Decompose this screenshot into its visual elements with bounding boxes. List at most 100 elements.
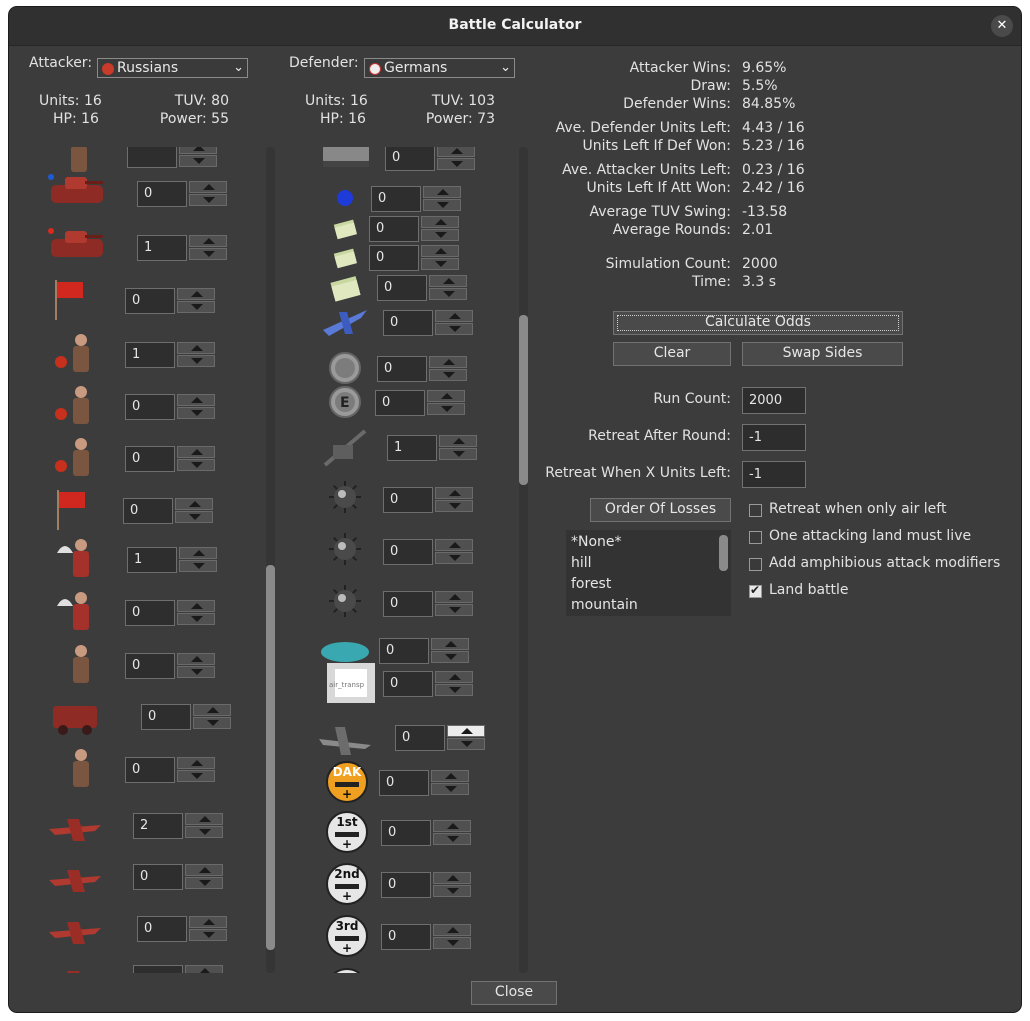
run-count-input[interactable]: 2000 [742, 387, 806, 414]
stepper-up-icon[interactable] [177, 600, 215, 612]
stepper-down-icon[interactable] [177, 666, 215, 678]
unit-count-input[interactable]: 0 [125, 757, 175, 783]
attacker-nation-select[interactable]: Russians ⌄ [97, 58, 248, 78]
option-checkbox[interactable] [749, 583, 762, 598]
unit-count-input[interactable]: 2 [133, 813, 183, 839]
unit-count-input[interactable]: 0 [137, 181, 187, 207]
option-checkbox[interactable] [749, 531, 762, 544]
unit-count-stepper[interactable] [429, 275, 467, 301]
unit-count-stepper[interactable] [189, 916, 227, 942]
unit-count-stepper[interactable] [435, 539, 473, 565]
unit-count-input[interactable]: 0 [379, 770, 429, 796]
unit-count-stepper[interactable] [175, 498, 213, 524]
stepper-up-icon[interactable] [435, 591, 473, 603]
terrain-item-hill[interactable]: hill [571, 555, 592, 571]
stepper-up-icon[interactable] [185, 864, 223, 876]
stepper-down-icon[interactable] [189, 194, 227, 206]
stepper-down-icon[interactable] [177, 355, 215, 367]
defender-scroll-thumb[interactable] [519, 315, 528, 485]
stepper-up-icon[interactable] [177, 446, 215, 458]
stepper-up-icon[interactable] [177, 653, 215, 665]
stepper-down-icon[interactable] [185, 826, 223, 838]
unit-count-stepper[interactable] [433, 924, 471, 950]
close-button[interactable]: Close [471, 981, 557, 1005]
unit-count-input[interactable]: 0 [383, 591, 433, 617]
unit-count-input[interactable]: 0 [383, 671, 433, 697]
unit-count-stepper[interactable] [177, 757, 215, 783]
stepper-down-icon[interactable] [189, 248, 227, 260]
stepper-down-icon[interactable] [435, 684, 473, 696]
close-icon[interactable]: ✕ [991, 15, 1013, 37]
unit-count-stepper[interactable] [435, 310, 473, 336]
stepper-up-icon[interactable] [429, 356, 467, 368]
stepper-down-icon[interactable] [179, 560, 217, 572]
stepper-down-icon[interactable] [175, 511, 213, 523]
unit-count-input[interactable]: 0 [125, 446, 175, 472]
stepper-up-icon[interactable] [185, 813, 223, 825]
retreat-round-input[interactable]: -1 [742, 424, 806, 451]
unit-count-stepper[interactable] [177, 288, 215, 314]
unit-count-input[interactable]: 0 [125, 653, 175, 679]
unit-count-input[interactable]: 0 [137, 916, 187, 942]
stepper-down-icon[interactable] [435, 552, 473, 564]
unit-count-stepper[interactable] [177, 653, 215, 679]
unit-count-input[interactable]: 0 [375, 390, 425, 416]
retreat-units-input[interactable]: -1 [742, 461, 806, 488]
unit-count-stepper[interactable] [433, 872, 471, 898]
stepper-down-icon[interactable] [431, 783, 469, 795]
stepper-up-icon[interactable] [447, 725, 485, 737]
unit-count-input[interactable]: 0 [395, 725, 445, 751]
unit-count-stepper[interactable] [177, 446, 215, 472]
stepper-down-icon[interactable] [433, 833, 471, 845]
stepper-up-icon[interactable] [193, 704, 231, 716]
unit-count-input[interactable]: 0 [381, 820, 431, 846]
stepper-down-icon[interactable] [177, 459, 215, 471]
stepper-down-icon[interactable] [437, 158, 475, 170]
stepper-up-icon[interactable] [179, 547, 217, 559]
unit-count-stepper[interactable] [437, 147, 475, 171]
option-checkbox[interactable] [749, 504, 762, 517]
unit-count-input[interactable]: 0 [377, 275, 427, 301]
unit-count-stepper[interactable] [177, 394, 215, 420]
stepper-up-icon[interactable] [433, 872, 471, 884]
stepper-down-icon[interactable] [435, 500, 473, 512]
unit-count-stepper[interactable] [433, 820, 471, 846]
calculate-odds-button[interactable]: Calculate Odds [613, 311, 903, 335]
stepper-up-icon[interactable] [177, 394, 215, 406]
stepper-down-icon[interactable] [429, 288, 467, 300]
stepper-up-icon[interactable] [189, 235, 227, 247]
stepper-down-icon[interactable] [435, 604, 473, 616]
stepper-down-icon[interactable] [427, 403, 465, 415]
stepper-up-icon[interactable] [435, 539, 473, 551]
unit-count-stepper[interactable] [189, 181, 227, 207]
unit-count-input[interactable] [133, 965, 183, 973]
stepper-down-icon[interactable] [177, 770, 215, 782]
terrain-list[interactable]: *None* hill forest mountain [566, 530, 731, 616]
attacker-scroll-thumb[interactable] [266, 565, 275, 950]
stepper-up-icon[interactable] [431, 770, 469, 782]
stepper-down-icon[interactable] [193, 717, 231, 729]
unit-count-input[interactable]: 1 [137, 235, 187, 261]
order-of-losses-button[interactable]: Order Of Losses [590, 498, 731, 522]
unit-count-stepper[interactable] [431, 770, 469, 796]
stepper-up-icon[interactable] [177, 757, 215, 769]
terrain-item-none[interactable]: *None* [571, 534, 622, 550]
stepper-up-icon[interactable] [421, 245, 459, 257]
unit-count-input[interactable]: 0 [125, 600, 175, 626]
stepper-up-icon[interactable] [177, 342, 215, 354]
unit-count-input[interactable]: 0 [123, 498, 173, 524]
stepper-up-icon[interactable] [179, 147, 217, 154]
stepper-up-icon[interactable] [423, 186, 461, 198]
unit-count-stepper[interactable] [435, 487, 473, 513]
unit-count-stepper[interactable] [177, 600, 215, 626]
swap-sides-button[interactable]: Swap Sides [742, 342, 903, 366]
terrain-scroll-thumb[interactable] [719, 535, 728, 571]
unit-count-stepper[interactable] [185, 864, 223, 890]
stepper-down-icon[interactable] [185, 877, 223, 889]
unit-count-input[interactable]: 0 [385, 147, 435, 171]
stepper-down-icon[interactable] [177, 407, 215, 419]
unit-count-stepper[interactable] [185, 813, 223, 839]
unit-count-input[interactable]: 0 [125, 394, 175, 420]
unit-count-stepper[interactable] [429, 356, 467, 382]
stepper-up-icon[interactable] [437, 147, 475, 157]
